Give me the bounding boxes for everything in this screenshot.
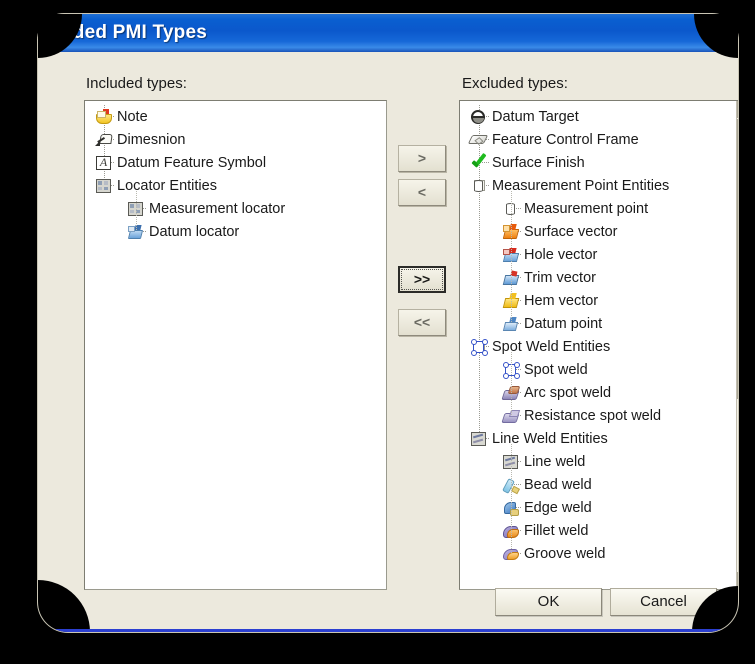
tree-item-label: Datum Feature Symbol xyxy=(117,154,267,171)
tree-item-label: Arc spot weld xyxy=(524,384,612,401)
tree-item[interactable]: Hem vector xyxy=(460,289,737,312)
excluded-tree-viewport: Datum Target Feature Control Frame Surface… xyxy=(460,101,737,589)
tree-item-label: Locator Entities xyxy=(117,177,217,194)
tree-item-label: Groove weld xyxy=(524,545,606,562)
tree-item-label: Spot Weld Entities xyxy=(492,338,611,355)
datum-target-icon xyxy=(470,109,487,125)
tree-item[interactable]: Edge weld xyxy=(460,496,737,519)
pmi-types-dialog: aded PMI Types Included types: Excluded … xyxy=(38,14,738,632)
tree-item-label: Datum Target xyxy=(492,108,579,125)
ok-button[interactable]: OK xyxy=(495,588,602,616)
tree-child-trunk-line xyxy=(511,352,512,415)
tree-item[interactable]: Spot weld xyxy=(460,358,737,381)
move-left-button[interactable]: < xyxy=(398,179,446,206)
feature-control-frame-icon xyxy=(467,132,489,148)
included-tree: Note Dimesnion A Datum Feature Symbol Locato… xyxy=(85,105,386,243)
move-right-button[interactable]: > xyxy=(398,145,446,172)
tree-item-label: Surface Finish xyxy=(492,154,585,171)
tree-item-label: Edge weld xyxy=(524,499,592,516)
scroll-down-icon[interactable] xyxy=(737,572,738,589)
tree-item-label: Feature Control Frame xyxy=(492,131,639,148)
excluded-tree: Datum Target Feature Control Frame Surface… xyxy=(460,105,737,565)
tree-item[interactable]: Arc spot weld xyxy=(460,381,737,404)
tree-item[interactable]: Note xyxy=(85,105,386,128)
tree-item-label: Hole vector xyxy=(524,246,598,263)
tree-item-label: Fillet weld xyxy=(524,522,589,539)
dialog-title: aded PMI Types xyxy=(62,22,207,43)
tree-item-label: Spot weld xyxy=(524,361,588,378)
dimension-icon xyxy=(95,132,113,148)
tree-item-label: Surface vector xyxy=(524,223,618,240)
tree-item[interactable]: Measurement point xyxy=(460,197,737,220)
tree-item-label: Measurement point xyxy=(524,200,649,217)
screenshot-root: aded PMI Types Included types: Excluded … xyxy=(0,0,755,664)
focus-ring xyxy=(401,269,443,290)
excluded-types-list[interactable]: Datum Target Feature Control Frame Surface… xyxy=(459,100,738,590)
tree-item[interactable]: Measurement Point Entities xyxy=(460,174,737,197)
tree-item-label: Datum point xyxy=(524,315,603,332)
tree-item-label: Resistance spot weld xyxy=(524,407,662,424)
tree-item[interactable]: A Datum Feature Symbol xyxy=(85,151,386,174)
tree-item[interactable]: Surface vector xyxy=(460,220,737,243)
corner-mask-bottom-left xyxy=(38,580,90,632)
tree-item-label: Bead weld xyxy=(524,476,592,493)
tree-item-label: Line weld xyxy=(524,453,586,470)
cancel-button[interactable]: Cancel xyxy=(610,588,717,616)
tree-item-label: Line Weld Entities xyxy=(492,430,608,447)
tree-item[interactable]: Feature Control Frame xyxy=(460,128,737,151)
tree-item[interactable]: Resistance spot weld xyxy=(460,404,737,427)
surface-finish-icon xyxy=(470,152,487,171)
tree-item[interactable]: Line Weld Entities xyxy=(460,427,737,450)
tree-item[interactable]: Fillet weld xyxy=(460,519,737,542)
tree-item[interactable]: Datum point xyxy=(460,312,737,335)
tree-item[interactable]: Trim vector xyxy=(460,266,737,289)
tree-item-label: Hem vector xyxy=(524,292,599,309)
locator-entities-icon xyxy=(95,178,112,194)
tree-item-label: Note xyxy=(117,108,148,125)
tree-item[interactable]: Spot Weld Entities xyxy=(460,335,737,358)
excluded-list-scrollbar[interactable] xyxy=(736,101,738,589)
tree-child-trunk-line xyxy=(511,444,512,553)
tree-child-trunk-line xyxy=(136,191,137,231)
tree-item-label: Measurement Point Entities xyxy=(492,177,670,194)
tree-item[interactable]: Locator Entities xyxy=(85,174,386,197)
tree-item[interactable]: Dimesnion xyxy=(85,128,386,151)
tree-item[interactable]: Surface Finish xyxy=(460,151,737,174)
move-all-left-button[interactable]: << xyxy=(398,309,446,336)
excluded-types-label: Excluded types: xyxy=(462,75,568,92)
scrollbar-thumb[interactable] xyxy=(737,119,738,399)
move-all-right-button[interactable]: >> xyxy=(398,266,446,293)
included-types-list[interactable]: Note Dimesnion A Datum Feature Symbol Locato… xyxy=(84,100,387,590)
spot-weld-entities-icon xyxy=(470,338,488,356)
tree-item[interactable]: Hole vector xyxy=(460,243,737,266)
tree-item-label: Trim vector xyxy=(524,269,596,286)
tree-item[interactable]: Measurement locator xyxy=(85,197,386,220)
tree-item[interactable]: Bead weld xyxy=(460,473,737,496)
tree-item[interactable]: Datum locator xyxy=(85,220,386,243)
line-weld-entities-icon xyxy=(470,431,487,447)
close-icon[interactable] xyxy=(708,19,734,41)
scroll-up-icon[interactable] xyxy=(737,101,738,118)
measurement-point-entities-icon xyxy=(470,178,487,194)
tree-item[interactable]: Datum Target xyxy=(460,105,737,128)
dialog-titlebar[interactable]: aded PMI Types xyxy=(38,14,738,52)
included-types-label: Included types: xyxy=(86,75,187,92)
tree-item-label: Datum locator xyxy=(149,223,240,240)
tree-item-label: Measurement locator xyxy=(149,200,286,217)
datum-feature-symbol-icon: A xyxy=(95,155,112,171)
note-icon xyxy=(95,108,112,125)
tree-item[interactable]: Line weld xyxy=(460,450,737,473)
tree-item[interactable]: Groove weld xyxy=(460,542,737,565)
tree-item-label: Dimesnion xyxy=(117,131,186,148)
tree-child-trunk-line xyxy=(511,191,512,323)
